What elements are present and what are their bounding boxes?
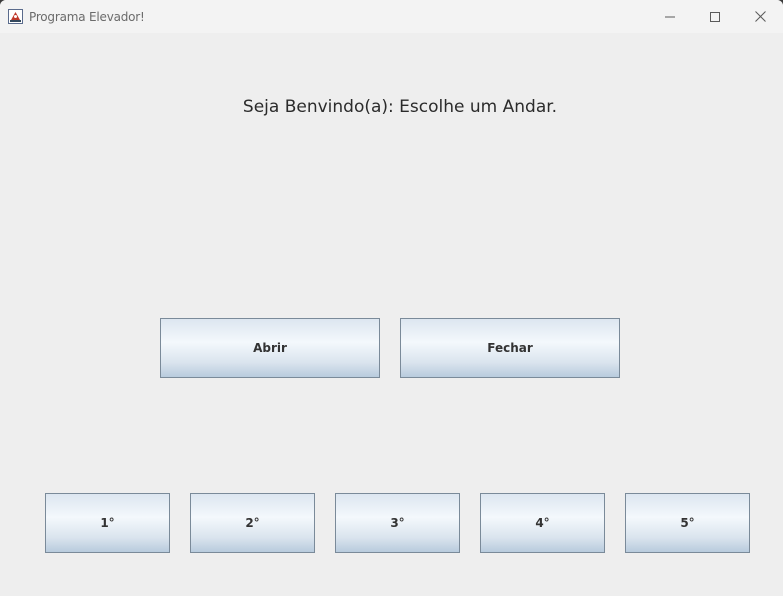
floor-2-button[interactable]: 2° [190, 493, 315, 553]
floor-2-label: 2° [245, 516, 260, 530]
minimize-icon [665, 12, 675, 22]
window-title: Programa Elevador! [29, 10, 145, 24]
close-door-button[interactable]: Fechar [400, 318, 620, 378]
title-bar[interactable]: Programa Elevador! [0, 0, 783, 33]
floor-5-label: 5° [680, 516, 695, 530]
maximize-button[interactable] [692, 0, 738, 33]
java-app-icon [8, 9, 23, 24]
floor-1-button[interactable]: 1° [45, 493, 170, 553]
floor-4-label: 4° [535, 516, 550, 530]
floor-1-label: 1° [100, 516, 115, 530]
floor-4-button[interactable]: 4° [480, 493, 605, 553]
floor-5-button[interactable]: 5° [625, 493, 750, 553]
maximize-icon [710, 11, 720, 22]
welcome-label: Seja Benvindo(a): Escolhe um Andar. [242, 97, 558, 117]
floor-3-label: 3° [390, 516, 405, 530]
floor-3-button[interactable]: 3° [335, 493, 460, 553]
open-door-button[interactable]: Abrir [160, 318, 380, 378]
minimize-button[interactable] [647, 0, 693, 33]
open-door-label: Abrir [253, 341, 287, 355]
close-icon [754, 11, 766, 22]
main-panel: Seja Benvindo(a): Escolhe um Andar. Abri… [0, 33, 783, 596]
close-door-label: Fechar [487, 341, 533, 355]
app-window: Programa Elevador! Seja Benvindo(a): Esc… [0, 0, 783, 596]
close-button[interactable] [737, 0, 783, 33]
